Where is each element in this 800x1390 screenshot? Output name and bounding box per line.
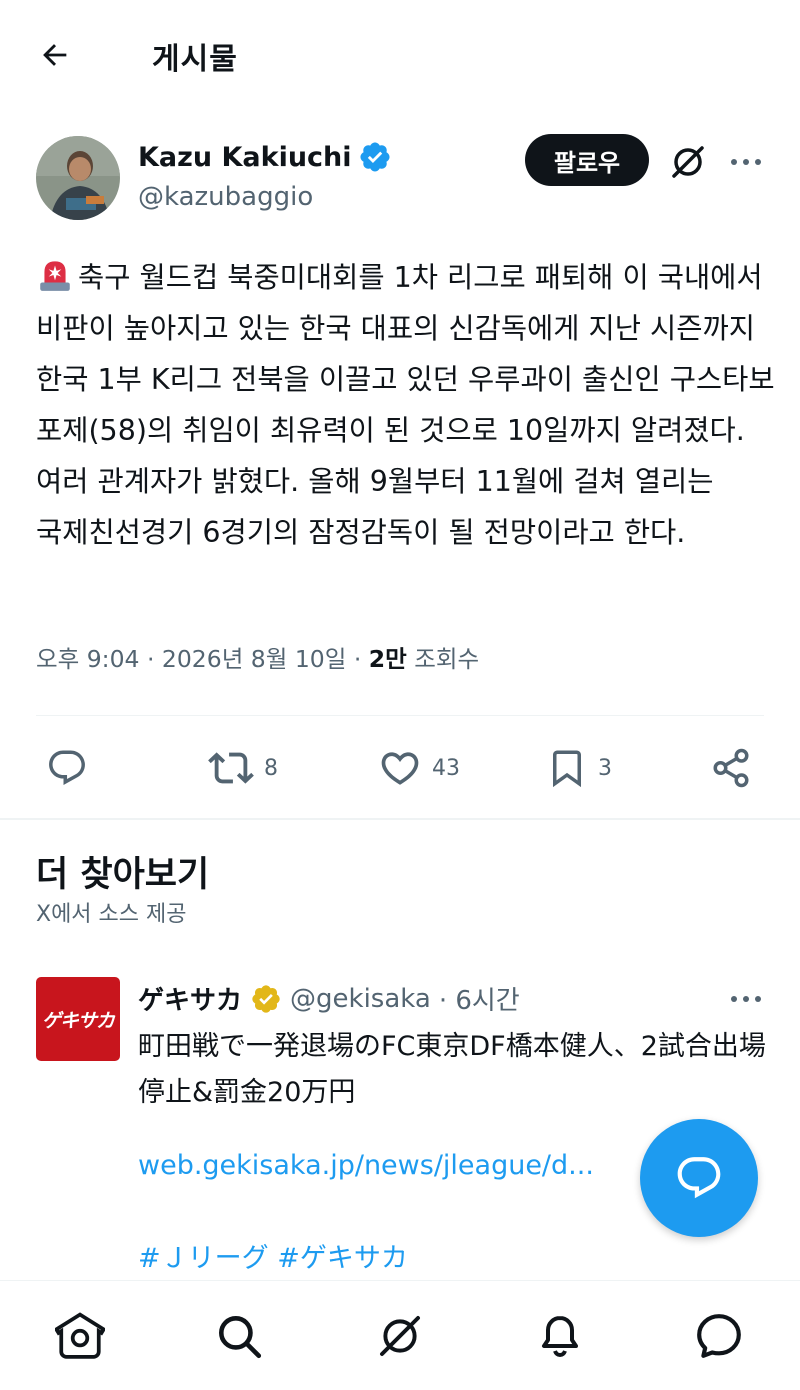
chat-bubble-icon [697, 1314, 741, 1358]
author-handle[interactable]: @kazubaggio [138, 182, 313, 212]
bookmark-icon [553, 750, 581, 788]
siren-emoji-icon [40, 261, 70, 291]
repost-icon [208, 752, 254, 784]
share-icon [713, 748, 749, 788]
like-count: 43 [432, 755, 460, 781]
bottom-navigation [0, 1280, 800, 1390]
arrow-left-icon [43, 44, 67, 66]
verified-badge-icon [360, 142, 390, 172]
share-button[interactable] [710, 740, 752, 796]
more-horizontal-icon [731, 996, 761, 1002]
related-post-time: · 6시간 [438, 986, 520, 1016]
grok-button[interactable] [664, 138, 712, 186]
reply-bubble-icon [677, 1157, 721, 1199]
repost-count: 8 [264, 755, 278, 781]
related-post-hashtags[interactable]: #Ｊリーグ #ゲキサカ [138, 1236, 408, 1275]
follow-button[interactable]: 팔로우 [525, 134, 649, 186]
reply-button[interactable] [46, 740, 98, 796]
heart-icon [381, 752, 419, 785]
search-icon [219, 1316, 262, 1359]
related-author-handle[interactable]: @gekisaka [290, 984, 431, 1014]
top-bar: 게시물 [0, 0, 800, 110]
related-post-text: 町田戦で一発退場のFC東京DF橋本健人、2試合出場停止&罰金20万円 [138, 1031, 766, 1108]
post-actions: 8 43 3 [36, 740, 764, 796]
page-title: 게시물 [152, 42, 238, 77]
author-name[interactable]: Kazu Kakiuchi [138, 140, 392, 174]
related-more-button[interactable] [722, 975, 770, 1023]
back-button[interactable] [30, 30, 80, 80]
bookmark-button[interactable]: 3 [546, 740, 612, 796]
grok-icon [672, 146, 704, 178]
bookmark-count: 3 [598, 755, 612, 781]
view-label: 조회수 [414, 645, 480, 673]
related-header: ゲキサカ @gekisaka · 6시간 [138, 980, 520, 1017]
discover-title: 더 찾아보기 [36, 855, 210, 895]
post-text-content: 축구 월드컵 북중미대회를 1차 리그로 패퇴해 이 국내에서 비판이 높아지고… [36, 261, 775, 549]
nav-messages[interactable] [692, 1309, 746, 1363]
more-horizontal-icon [731, 159, 761, 165]
related-avatar[interactable]: ゲキサカ [36, 977, 120, 1061]
repost-button[interactable]: 8 [208, 740, 278, 796]
author-avatar[interactable] [36, 136, 120, 220]
post-text: 축구 월드컵 북중미대회를 1차 리그로 패퇴해 이 국내에서 비판이 높아지고… [36, 252, 776, 558]
bell-icon [542, 1316, 578, 1358]
grok-icon [380, 1316, 420, 1356]
post-time[interactable]: 오후 9:04 [36, 645, 139, 673]
nav-home[interactable] [53, 1309, 107, 1363]
home-icon [55, 1312, 105, 1359]
compose-reply-fab[interactable] [640, 1119, 758, 1237]
verified-gold-badge-icon [252, 984, 280, 1013]
discover-subtitle: X에서 소스 제공 [36, 902, 187, 927]
section-divider [0, 818, 800, 820]
divider [36, 715, 764, 716]
related-author-name[interactable]: ゲキサカ [138, 980, 242, 1017]
nav-search[interactable] [212, 1309, 266, 1363]
nav-notifications[interactable] [533, 1309, 587, 1363]
post-meta: 오후 9:04 · 2026년 8월 10일 · 2만 조회수 [36, 645, 480, 673]
related-post-link[interactable]: web.gekisaka.jp/news/jleague/d... [138, 1150, 594, 1181]
reply-icon [49, 750, 85, 785]
more-options-button[interactable] [722, 138, 770, 186]
author-name-text: Kazu Kakiuchi [138, 141, 352, 173]
post-date[interactable]: 2026년 8월 10일 [162, 645, 346, 673]
related-avatar-logo: ゲキサカ [41, 1009, 115, 1032]
like-button[interactable]: 43 [378, 740, 460, 796]
view-count: 2만 [368, 645, 407, 673]
nav-grok[interactable] [373, 1309, 427, 1363]
